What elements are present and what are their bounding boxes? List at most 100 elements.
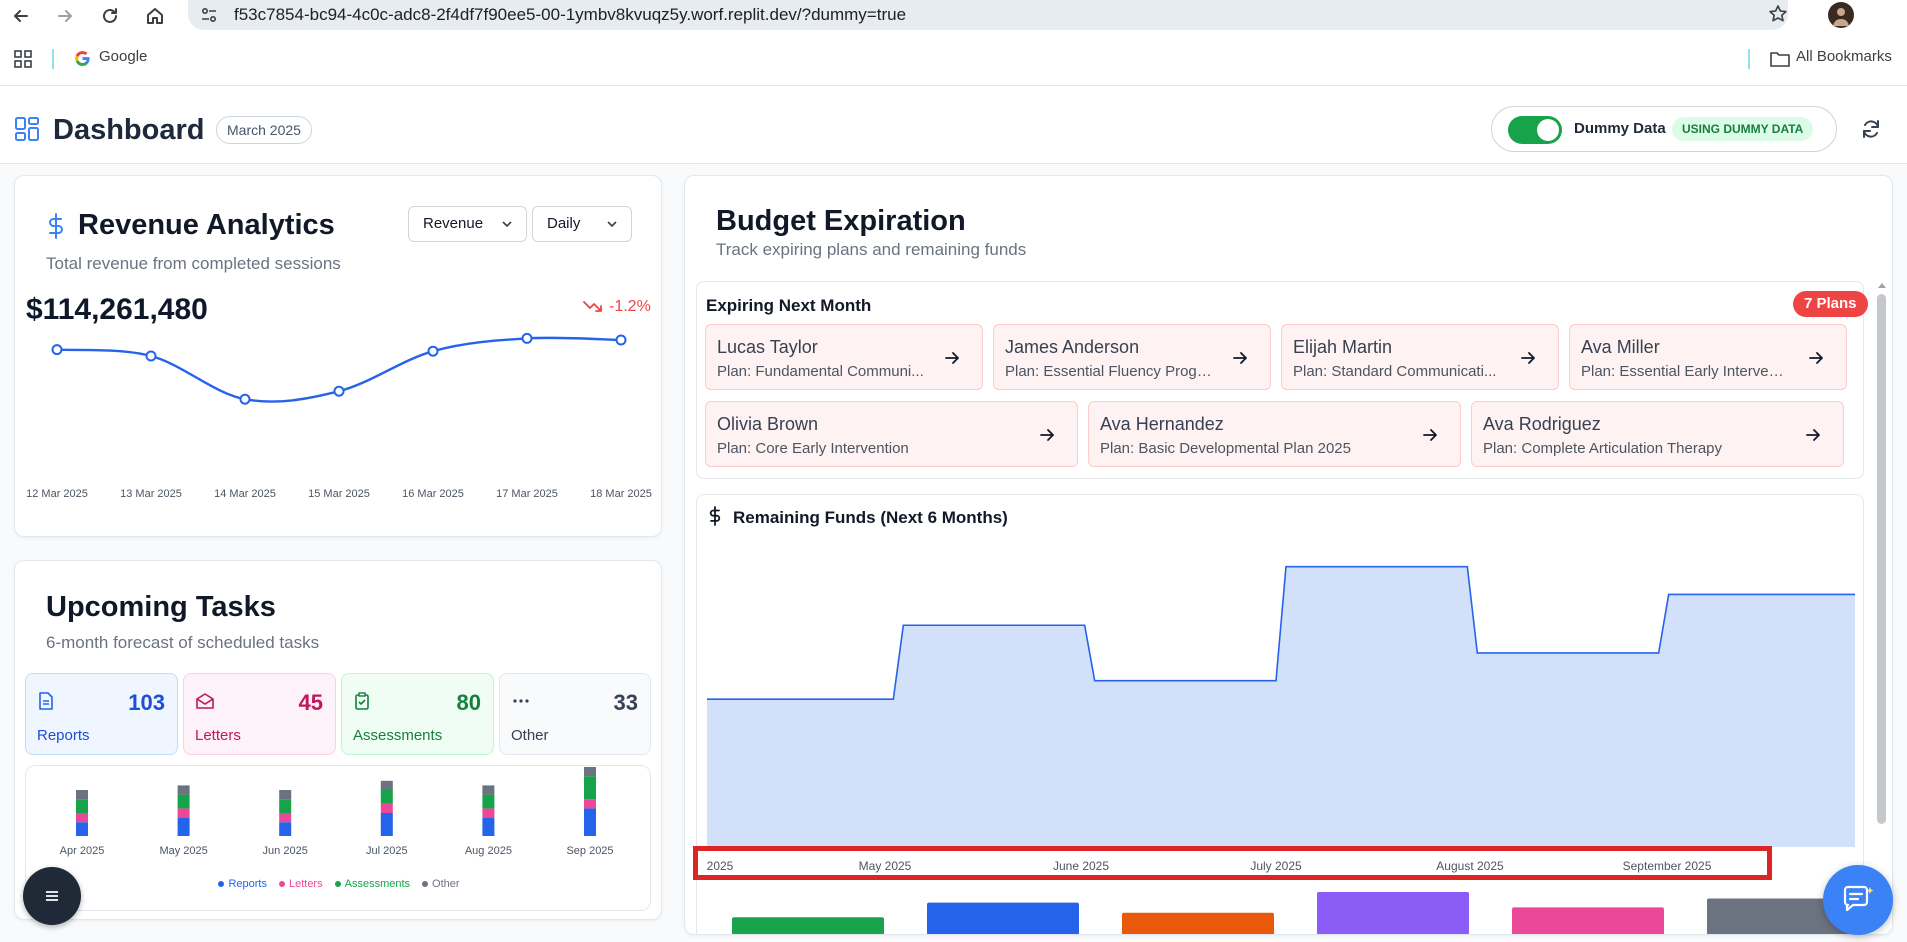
revenue-data-point[interactable]: [615, 334, 627, 346]
stat-other[interactable]: 33 Other: [499, 673, 651, 755]
stat-letters-label: Letters: [195, 727, 241, 744]
revenue-card: Revenue Analytics Total revenue from com…: [14, 175, 662, 537]
scroll-up-icon[interactable]: [1875, 278, 1889, 292]
stat-letters[interactable]: 45 Letters: [183, 673, 336, 755]
remaining-funds-panel: Remaining Funds (Next 6 Months) 2025 May …: [693, 494, 1864, 934]
stat-reports[interactable]: 103 Reports: [25, 673, 178, 755]
legend-item[interactable]: Assessments: [334, 878, 410, 890]
task-bar-segment[interactable]: [482, 808, 495, 818]
revenue-data-point[interactable]: [51, 344, 63, 356]
arrow-right-icon[interactable]: [1232, 350, 1248, 366]
revenue-x-tick: 13 Mar 2025: [120, 488, 182, 500]
task-bar-segment[interactable]: [482, 794, 495, 809]
menu-button[interactable]: [23, 867, 81, 925]
plan-client-name: James Anderson: [1005, 337, 1140, 357]
task-bar-segment[interactable]: [584, 808, 596, 836]
task-bar-segment[interactable]: [177, 794, 190, 809]
tasks-x-tick: Sep 2025: [566, 845, 614, 857]
task-bar-segment[interactable]: [482, 785, 495, 795]
arrow-right-icon[interactable]: [1808, 350, 1824, 366]
expiring-plan-card[interactable]: James Anderson Plan: Essential Fluency Pr…: [993, 324, 1271, 390]
month-badge: March 2025: [216, 116, 312, 144]
chat-button[interactable]: [1823, 865, 1893, 935]
back-icon[interactable]: [8, 3, 34, 29]
scrollbar-thumb[interactable]: [1877, 294, 1886, 824]
expiring-plan-card[interactable]: Ava Miller Plan: Essential Early Interven…: [1569, 324, 1847, 390]
task-bar-segment[interactable]: [76, 813, 88, 823]
legend-item[interactable]: Reports: [218, 878, 267, 890]
legend-item[interactable]: Letters: [278, 878, 323, 890]
stat-assessments[interactable]: 80 Assessments: [341, 673, 494, 755]
bookmark-divider-right: [1748, 49, 1750, 69]
dummy-data-label: Dummy Data: [1574, 120, 1666, 137]
bookmark-google[interactable]: Google: [99, 48, 147, 65]
task-bar-segment[interactable]: [279, 790, 292, 800]
task-bar-segment[interactable]: [279, 799, 292, 813]
plan-client-name: Olivia Brown: [717, 414, 819, 434]
profile-avatar[interactable]: [1828, 2, 1854, 28]
url-text[interactable]: f53c7854-bc94-4c0c-adc8-2f4df7f90ee5-00-…: [234, 5, 906, 25]
task-bar-segment[interactable]: [177, 808, 190, 818]
revenue-x-tick: 12 Mar 2025: [26, 488, 88, 500]
refresh-icon[interactable]: [1860, 118, 1882, 140]
legend-dot: [278, 881, 285, 887]
task-bar-segment[interactable]: [177, 785, 190, 795]
stat-other-count: 33: [613, 690, 638, 715]
dummy-data-toggle[interactable]: [1508, 116, 1562, 144]
all-bookmarks[interactable]: All Bookmarks: [1796, 48, 1892, 65]
home-icon[interactable]: [142, 3, 168, 29]
reload-icon[interactable]: [97, 3, 123, 29]
task-bar-segment[interactable]: [584, 776, 596, 800]
arrow-right-icon[interactable]: [1422, 427, 1438, 443]
expiring-plan-card[interactable]: Ava Rodriguez Plan: Complete Articulation…: [1471, 401, 1844, 467]
plan-client-name: Ava Hernandez: [1100, 414, 1224, 434]
task-bar-segment[interactable]: [76, 822, 88, 836]
apps-grid-icon[interactable]: [14, 50, 32, 68]
arrow-right-icon[interactable]: [1039, 427, 1055, 443]
task-bar-segment[interactable]: [380, 790, 393, 804]
plan-name: Plan: Basic Developmental Plan 2025: [1100, 440, 1351, 457]
tasks-legend: Reports Letters Assessments Other: [26, 878, 652, 890]
dashboard-icon: [14, 116, 40, 142]
expiring-plan-card[interactable]: Ava Hernandez Plan: Basic Developmental P…: [1088, 401, 1461, 467]
plan-name: Plan: Complete Articulation Therapy: [1483, 440, 1723, 457]
expiring-plan-card[interactable]: Olivia Brown Plan: Core Early Interventio…: [705, 401, 1078, 467]
stat-assessments-label: Assessments: [353, 727, 443, 744]
task-bar-segment[interactable]: [380, 813, 393, 836]
legend-item[interactable]: Other: [422, 878, 460, 890]
task-bar-segment[interactable]: [584, 799, 596, 809]
app-header: Dashboard March 2025 Dummy Data USING DU…: [0, 86, 1907, 164]
site-info-icon[interactable]: [200, 6, 218, 24]
bookmark-divider: [52, 49, 54, 69]
revenue-x-tick: 15 Mar 2025: [308, 488, 370, 500]
task-bar-segment[interactable]: [76, 790, 88, 800]
browser-chrome: f53c7854-bc94-4c0c-adc8-2f4df7f90ee5-00-…: [0, 0, 1907, 86]
expiring-plan-card[interactable]: Elijah Martin Plan: Standard Communicati.…: [1281, 324, 1559, 390]
revenue-data-point[interactable]: [145, 350, 157, 362]
address-bar[interactable]: f53c7854-bc94-4c0c-adc8-2f4df7f90ee5-00-…: [188, 0, 1788, 30]
expiring-plan-card[interactable]: Lucas Taylor Plan: Fundamental Communi...: [705, 324, 983, 390]
revenue-data-point[interactable]: [521, 332, 533, 344]
task-bar-segment[interactable]: [380, 780, 393, 790]
arrow-right-icon[interactable]: [1520, 350, 1536, 366]
task-bar-segment[interactable]: [76, 799, 88, 813]
scrollbar[interactable]: [1875, 278, 1889, 932]
task-bar-segment[interactable]: [279, 822, 292, 836]
tasks-x-tick: Jun 2025: [262, 845, 308, 857]
revenue-data-point[interactable]: [239, 393, 251, 405]
task-bar-segment[interactable]: [380, 803, 393, 813]
revenue-data-point[interactable]: [427, 345, 439, 357]
arrow-right-icon[interactable]: [1805, 427, 1821, 443]
task-bar-segment[interactable]: [482, 817, 495, 836]
forward-icon[interactable]: [52, 3, 78, 29]
task-bar-segment[interactable]: [279, 813, 292, 823]
task-bar-segment[interactable]: [177, 817, 190, 836]
task-bar-segment[interactable]: [584, 767, 596, 777]
legend-dot: [334, 881, 341, 887]
funds-category-bar: [1512, 907, 1664, 934]
star-icon[interactable]: [1768, 4, 1788, 24]
arrow-right-icon[interactable]: [944, 350, 960, 366]
tasks-chart-box: Apr 2025 May 2025 Jun 2025 Jul 2025 Aug 2025…: [25, 765, 651, 911]
revenue-data-point[interactable]: [333, 385, 345, 397]
legend-dot: [422, 881, 429, 887]
